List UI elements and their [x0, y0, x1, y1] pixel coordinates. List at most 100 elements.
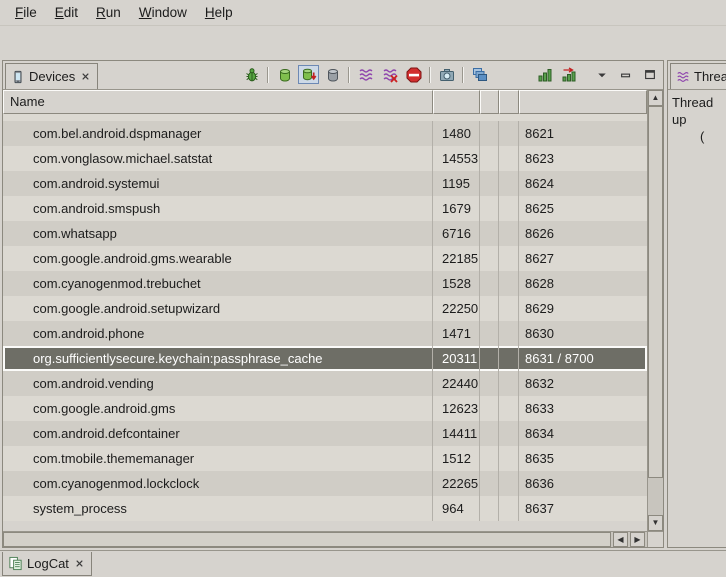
column-header-b[interactable]: [499, 90, 519, 114]
process-port: 8634: [519, 421, 647, 446]
table-row[interactable]: system_process9648637: [3, 496, 647, 521]
process-name: com.android.smspush: [3, 196, 433, 221]
process-name: com.bel.android.dspmanager: [3, 121, 433, 146]
table-row-partial[interactable]: [3, 114, 647, 121]
tab-logcat-label: LogCat: [27, 556, 69, 571]
vertical-scrollbar-thumb[interactable]: [648, 106, 663, 478]
process-pid: 6716: [433, 221, 480, 246]
process-port: 8621: [519, 121, 647, 146]
threads-message-line2: (: [700, 128, 724, 145]
main-toolbar: [0, 27, 726, 60]
process-name: system_process: [3, 496, 433, 521]
close-icon[interactable]: [79, 70, 92, 83]
process-pid: 1528: [433, 271, 480, 296]
process-pid: 1195: [433, 171, 480, 196]
column-header-a[interactable]: [480, 90, 499, 114]
process-name: com.android.systemui: [3, 171, 433, 196]
minimize-icon[interactable]: [615, 65, 636, 84]
menu-help[interactable]: Help: [196, 2, 242, 23]
table-row[interactable]: com.google.android.gms126238633: [3, 396, 647, 421]
tab-logcat[interactable]: LogCat: [2, 552, 92, 576]
tab-devices[interactable]: Devices: [5, 63, 98, 89]
method-profiling-icon[interactable]: [534, 65, 555, 84]
process-port: 8627: [519, 246, 647, 271]
vertical-scrollbar[interactable]: ▲ ▼: [647, 90, 663, 531]
table-row[interactable]: com.tmobile.thememanager15128635: [3, 446, 647, 471]
scroll-left-icon[interactable]: ◀: [613, 532, 628, 547]
process-name: com.google.android.gms: [3, 396, 433, 421]
table-row[interactable]: com.cyanogenmod.trebuchet15288628: [3, 271, 647, 296]
process-pid: 1471: [433, 321, 480, 346]
horizontal-scrollbar-thumb[interactable]: [3, 532, 611, 547]
column-b-cell: [499, 496, 519, 521]
process-pid: 22185: [433, 246, 480, 271]
process-name: com.android.defcontainer: [3, 421, 433, 446]
app-window: FileEditRunWindowHelp Devices: [0, 0, 726, 577]
process-pid: 14411: [433, 421, 480, 446]
table-row[interactable]: com.android.vending224408632: [3, 371, 647, 396]
column-b-cell: [499, 321, 519, 346]
menu-window[interactable]: Window: [130, 2, 196, 23]
main-area: Devices: [0, 60, 726, 550]
table-row[interactable]: org.sufficientlysecure.keychain:passphra…: [3, 346, 647, 371]
column-header-pid[interactable]: [433, 90, 480, 114]
scroll-up-icon[interactable]: ▲: [648, 90, 663, 106]
view-menu-icon[interactable]: [591, 65, 612, 84]
column-a-cell: [480, 196, 499, 221]
menu-file[interactable]: File: [6, 2, 46, 23]
scroll-down-icon[interactable]: ▼: [648, 515, 663, 531]
debug-icon[interactable]: [241, 65, 262, 84]
table-row[interactable]: com.whatsapp67168626: [3, 221, 647, 246]
process-pid: 1512: [433, 446, 480, 471]
tab-devices-label: Devices: [29, 69, 75, 84]
table-row[interactable]: com.android.systemui11958624: [3, 171, 647, 196]
process-name: com.android.vending: [3, 371, 433, 396]
bottom-tabbar: LogCat: [0, 550, 726, 577]
method-profiling-alt-icon[interactable]: [558, 65, 579, 84]
process-name: com.google.android.gms.wearable: [3, 246, 433, 271]
stop-threads-icon[interactable]: [379, 65, 400, 84]
threads-message-line1: Thread up: [672, 94, 724, 128]
column-b-cell: [499, 171, 519, 196]
process-pid: 12623: [433, 396, 480, 421]
table-row[interactable]: com.google.android.setupwizard222508629: [3, 296, 647, 321]
update-threads-icon[interactable]: [355, 65, 376, 84]
process-pid: 22250: [433, 296, 480, 321]
table-row[interactable]: com.google.android.gms.wearable22185 8627: [3, 246, 647, 271]
column-a-cell: [480, 446, 499, 471]
table-row[interactable]: com.vonglasow.michael.satstat145538623: [3, 146, 647, 171]
process-port: 8636: [519, 471, 647, 496]
menu-edit[interactable]: Edit: [46, 2, 87, 23]
toolbar-separator: [267, 67, 269, 83]
column-b-cell: [499, 371, 519, 396]
table-row[interactable]: com.bel.android.dspmanager1480 8621: [3, 121, 647, 146]
screen-capture-icon[interactable]: [436, 65, 457, 84]
table-row[interactable]: com.android.smspush16798625: [3, 196, 647, 221]
process-port: 8625: [519, 196, 647, 221]
process-pid: 14553: [433, 146, 480, 171]
column-b-cell: [499, 121, 519, 146]
update-heap-icon[interactable]: [274, 65, 295, 84]
table-row[interactable]: com.android.defcontainer14411 8634: [3, 421, 647, 446]
toolbar-spacer: [582, 74, 588, 75]
column-a-cell: [480, 271, 499, 296]
scroll-right-icon[interactable]: ▶: [630, 532, 645, 547]
horizontal-scrollbar[interactable]: ◀ ▶: [3, 531, 647, 547]
cause-gc-icon[interactable]: [322, 65, 343, 84]
close-icon[interactable]: [73, 557, 86, 570]
view-hierarchy-icon[interactable]: [469, 65, 490, 84]
column-b-cell: [499, 271, 519, 296]
dump-hprof-icon[interactable]: [298, 65, 319, 84]
column-header-port[interactable]: [519, 90, 647, 114]
stop-process-icon[interactable]: [403, 65, 424, 84]
table-row[interactable]: com.cyanogenmod.lockclock222658636: [3, 471, 647, 496]
menu-run[interactable]: Run: [87, 2, 130, 23]
process-pid: 1480: [433, 121, 480, 146]
toolbar-separator: [462, 67, 464, 83]
devices-panel: Devices: [2, 60, 664, 548]
column-header-name[interactable]: Name: [3, 90, 433, 114]
column-a-cell: [480, 346, 499, 371]
tab-threads[interactable]: Threa: [670, 63, 726, 89]
maximize-icon[interactable]: [639, 65, 660, 84]
table-row[interactable]: com.android.phone14718630: [3, 321, 647, 346]
